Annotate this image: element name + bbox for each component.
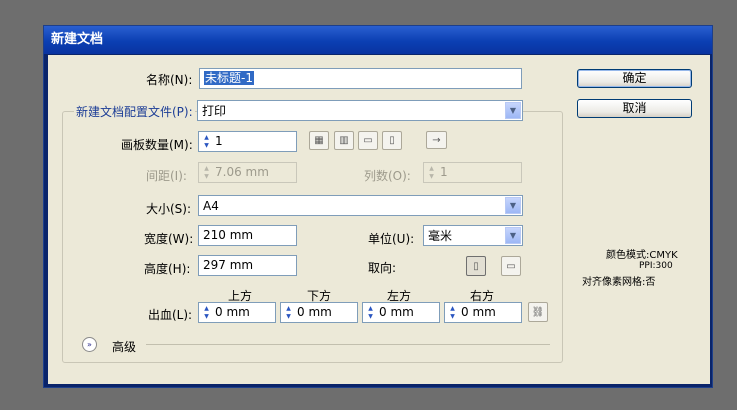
expand-advanced-icon[interactable]: » [82,337,97,352]
bleed-left-input[interactable]: ▲ ▼ 0 mm [362,302,440,323]
name-value: 未标题-1 [204,71,254,85]
profile-select[interactable]: 打印 ▼ [197,100,523,121]
link-icon[interactable]: ⛓ [528,302,548,322]
artboards-label: 画板数量(M): [121,138,193,152]
units-select[interactable]: 毫米 ▼ [423,225,523,246]
bleed-bottom-value: 0 mm [297,305,332,319]
bleed-left-value: 0 mm [379,305,414,319]
bleed-top-input[interactable]: ▲ ▼ 0 mm [198,302,276,323]
pixel-align-info: 对齐像素网格:否 [582,277,656,288]
name-label: 名称(N): [146,73,193,87]
spinner-icon[interactable]: ▲ ▼ [201,134,212,149]
size-value: A4 [203,199,219,213]
spinner-icon: ▲ ▼ [429,165,434,180]
color-mode-info: 颜色模式:CMYK [606,250,678,261]
spacing-value: 7.06 mm [215,165,269,179]
spacing-input: ▲ ▼ 7.06 mm [198,162,297,183]
size-select[interactable]: A4 ▼ [198,195,523,216]
spacing-label: 间距(I): [146,169,187,183]
units-value: 毫米 [428,229,453,243]
height-input[interactable]: 297 mm [198,255,297,276]
units-label: 单位(U): [368,232,415,246]
bleed-right-value: 0 mm [461,305,496,319]
advanced-divider [146,344,550,345]
size-label: 大小(S): [146,202,192,216]
ppi-info: PPI:300 [639,261,673,271]
columns-input: ▲ ▼ 1 [423,162,522,183]
profile-label: 新建文档配置文件(P): [74,103,195,120]
chevron-down-icon: ▼ [505,227,521,244]
spinner-icon: ▲ ▼ [204,165,209,180]
spinner-icon[interactable]: ▲ ▼ [365,305,376,320]
height-label: 高度(H): [144,262,191,276]
cancel-button[interactable]: 取消 [577,99,692,118]
grid-by-row-icon[interactable]: ▦ [309,131,329,150]
spinner-icon[interactable]: ▲ ▼ [201,305,212,320]
spinner-icon[interactable]: ▲ ▼ [283,305,294,320]
spinner-icon[interactable]: ▲ ▼ [447,305,458,320]
profile-value: 打印 [202,104,227,118]
orientation-label: 取向: [368,261,397,275]
grid-by-column-icon[interactable]: ▥ [334,131,354,150]
bleed-bottom-input[interactable]: ▲ ▼ 0 mm [280,302,358,323]
change-layout-direction-icon[interactable]: → [426,131,447,149]
name-input[interactable]: 未标题-1 [199,68,522,89]
columns-value: 1 [440,165,448,179]
landscape-icon[interactable]: ▭ [501,256,521,276]
bleed-top-value: 0 mm [215,305,250,319]
arrange-by-column-icon[interactable]: ▯ [382,131,402,150]
width-input[interactable]: 210 mm [198,225,297,246]
width-label: 宽度(W): [144,232,194,246]
artboards-value: 1 [215,134,223,148]
columns-label: 列数(O): [364,169,411,183]
portrait-icon[interactable]: ▯ [466,256,486,276]
advanced-label[interactable]: 高级 [112,338,136,355]
arrange-by-row-icon[interactable]: ▭ [358,131,378,150]
chevron-down-icon: ▼ [505,102,521,119]
bleed-label: 出血(L): [148,308,193,322]
chevron-down-icon: ▼ [505,197,521,214]
ok-button[interactable]: 确定 [577,69,692,88]
artboards-input[interactable]: ▲ ▼ 1 [198,131,297,152]
bleed-right-input[interactable]: ▲ ▼ 0 mm [444,302,522,323]
dialog-title: 新建文档 [44,26,712,54]
